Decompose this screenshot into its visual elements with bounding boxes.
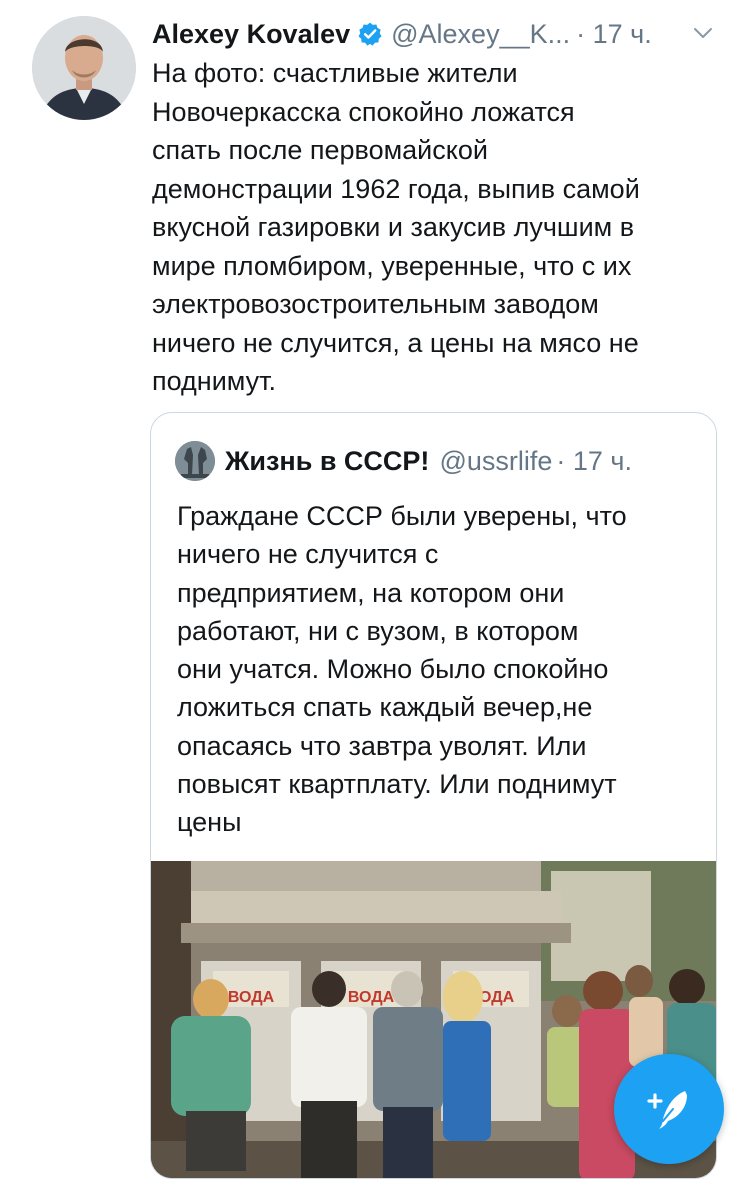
tweet[interactable]: Alexey Kovalev @Alexey__K... · 17 ч. На … <box>0 0 744 1192</box>
quoted-tweet-header: Жизнь в СССР! @ussrlife · 17 ч. <box>175 441 632 481</box>
compose-tweet-icon <box>647 1091 687 1129</box>
author-avatar[interactable] <box>32 16 136 120</box>
author-handle[interactable]: @Alexey__K... <box>391 19 570 50</box>
vending-sign-1: ВОДА <box>228 989 275 1006</box>
verified-badge-icon <box>357 21 383 47</box>
chevron-down-icon[interactable] <box>692 22 714 44</box>
tweet-time[interactable]: · 17 ч. <box>576 19 652 50</box>
vending-sign-2: ВОДА <box>348 989 395 1006</box>
quoted-tweet-text: Граждане СССР были уверены, что ничего н… <box>177 501 627 838</box>
compose-tweet-button[interactable] <box>614 1054 724 1164</box>
tweet-text: На фото: счастливые жители Новочеркасска… <box>152 58 640 396</box>
quoted-tweet-card[interactable]: Жизнь в СССР! @ussrlife · 17 ч. Граждане… <box>150 412 717 1179</box>
quoted-tweet-time: · 17 ч. <box>556 445 632 476</box>
quoted-author-avatar <box>175 441 215 481</box>
avatar-photo <box>32 16 136 120</box>
author-name[interactable]: Alexey Kovalev <box>152 19 350 50</box>
tweet-header: Alexey Kovalev @Alexey__K... · 17 ч. <box>152 16 722 52</box>
quoted-author-name: Жизнь в СССР! <box>225 445 430 476</box>
quoted-author-handle: @ussrlife <box>439 445 553 476</box>
